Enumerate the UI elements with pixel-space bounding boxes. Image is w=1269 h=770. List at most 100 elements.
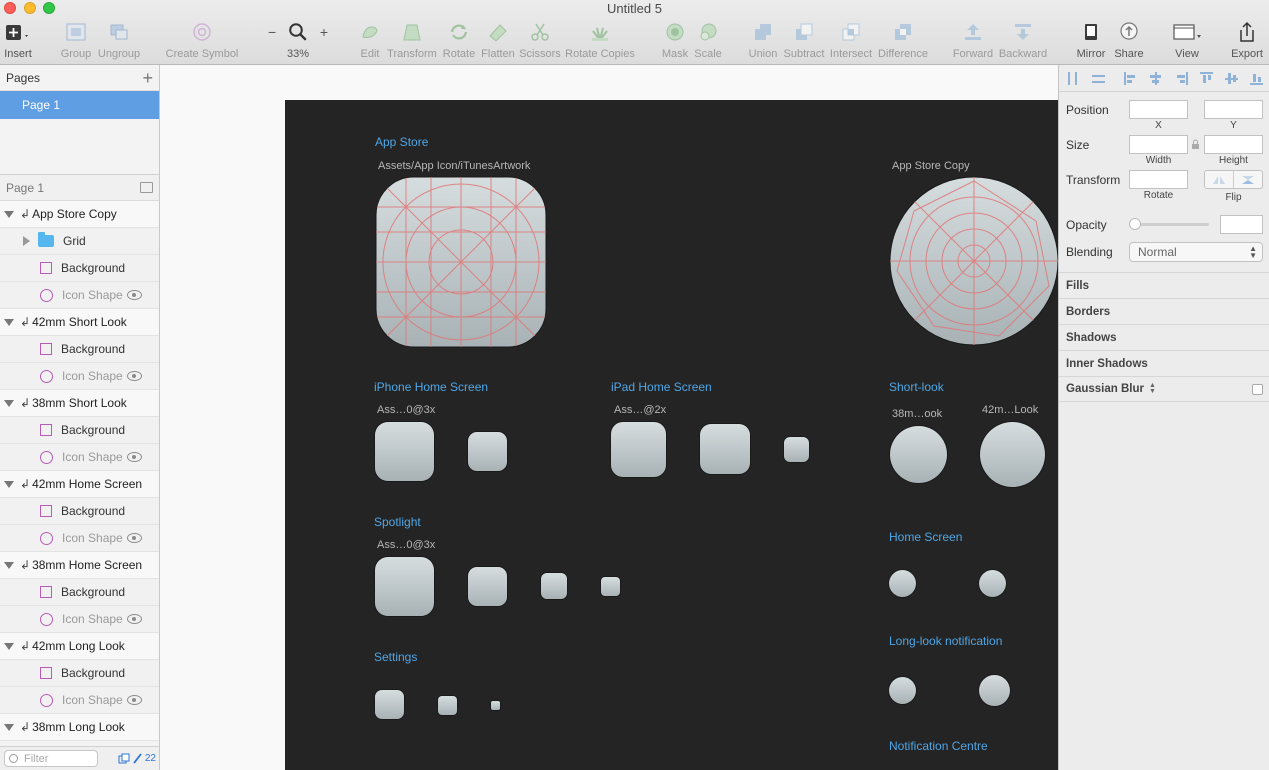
layer-shape-row[interactable]: Icon Shape bbox=[0, 525, 159, 552]
align-left-icon[interactable] bbox=[1124, 72, 1137, 85]
scale-button[interactable]: Scale bbox=[693, 20, 723, 62]
visibility-eye-icon[interactable] bbox=[127, 533, 142, 543]
align-bottom-icon[interactable] bbox=[1250, 72, 1263, 85]
distribute-horizontal-icon[interactable] bbox=[1066, 72, 1079, 85]
transform-button[interactable]: Transform bbox=[387, 20, 437, 62]
flip-horizontal-button[interactable] bbox=[1205, 171, 1234, 188]
visibility-eye-icon[interactable] bbox=[127, 614, 142, 624]
disclosure-triangle-icon[interactable] bbox=[4, 318, 14, 326]
disclosure-triangle-icon[interactable] bbox=[23, 236, 30, 246]
layer-rectangle-row[interactable]: Background bbox=[0, 255, 159, 282]
ipad-icon-medium[interactable] bbox=[700, 424, 750, 474]
subtract-button[interactable]: Subtract bbox=[782, 20, 826, 62]
settings-icon-3x[interactable] bbox=[375, 690, 404, 719]
disclosure-triangle-icon[interactable] bbox=[4, 642, 14, 650]
view-button[interactable]: View bbox=[1167, 20, 1207, 62]
long-look-42mm-icon[interactable] bbox=[979, 675, 1010, 706]
app-store-copy-icon[interactable] bbox=[889, 176, 1058, 346]
page-item[interactable]: Page 1 bbox=[0, 91, 159, 119]
rotate-copies-button[interactable]: Rotate Copies bbox=[565, 20, 635, 62]
layer-group-row[interactable]: ↲ App Store Copy bbox=[0, 201, 159, 228]
intersect-button[interactable]: Intersect bbox=[829, 20, 873, 62]
blending-select[interactable]: Normal ▲ ▼ bbox=[1129, 242, 1263, 262]
disclosure-triangle-icon[interactable] bbox=[4, 210, 14, 218]
distribute-vertical-icon[interactable] bbox=[1092, 72, 1105, 85]
align-center-icon[interactable] bbox=[1149, 72, 1162, 85]
settings-icon-2x[interactable] bbox=[438, 696, 457, 715]
flatten-button[interactable]: Flatten bbox=[481, 20, 515, 62]
share-button[interactable]: Share bbox=[1113, 20, 1145, 62]
artboard[interactable]: App Store Assets/App Icon/iTunesArtwork bbox=[285, 100, 1058, 770]
iphone-home-screen-title[interactable]: iPhone Home Screen bbox=[374, 380, 488, 394]
flip-vertical-button[interactable] bbox=[1234, 171, 1262, 188]
layer-group-row[interactable]: ↲ 38mm Long Look bbox=[0, 714, 159, 741]
spotlight-title[interactable]: Spotlight bbox=[374, 515, 421, 529]
rotate-button[interactable]: Rotate bbox=[441, 20, 477, 62]
borders-section[interactable]: Borders bbox=[1059, 298, 1269, 324]
home-screen-title[interactable]: Home Screen bbox=[889, 530, 962, 544]
short-look-42mm-icon[interactable] bbox=[980, 422, 1045, 487]
layer-shape-row[interactable]: Icon Shape bbox=[0, 687, 159, 714]
zoom-in-button[interactable]: + bbox=[320, 24, 328, 40]
layer-rectangle-row[interactable]: Background bbox=[0, 660, 159, 687]
home-screen-38mm-icon[interactable] bbox=[889, 570, 916, 597]
layer-rectangle-row[interactable]: Background bbox=[0, 579, 159, 606]
difference-button[interactable]: Difference bbox=[877, 20, 929, 62]
gaussian-blur-checkbox[interactable] bbox=[1252, 384, 1263, 395]
rotate-input[interactable] bbox=[1129, 170, 1188, 189]
filter-input[interactable]: Filter bbox=[4, 750, 98, 767]
disclosure-triangle-icon[interactable] bbox=[4, 480, 14, 488]
visibility-eye-icon[interactable] bbox=[127, 371, 142, 381]
spotlight-icon-1x[interactable] bbox=[541, 573, 567, 599]
layer-rectangle-row[interactable]: Background bbox=[0, 417, 159, 444]
layer-group-row[interactable]: ↲ 38mm Home Screen bbox=[0, 552, 159, 579]
ipad-icon-large[interactable] bbox=[611, 422, 666, 477]
layer-group-row[interactable]: ↲ 42mm Short Look bbox=[0, 309, 159, 336]
ipad-icon-small[interactable] bbox=[784, 437, 809, 462]
app-store-title[interactable]: App Store bbox=[375, 135, 428, 149]
gaussian-blur-section[interactable]: Gaussian Blur ▲ ▼ bbox=[1059, 376, 1269, 402]
group-button[interactable]: Group bbox=[58, 20, 94, 62]
notification-centre-title[interactable]: Notification Centre bbox=[889, 739, 988, 753]
settings-icon-1x[interactable] bbox=[491, 701, 500, 710]
layer-shape-row[interactable]: Icon Shape bbox=[0, 282, 159, 309]
layer-folder-row[interactable]: Grid bbox=[0, 228, 159, 255]
width-input[interactable] bbox=[1129, 135, 1188, 154]
short-look-38mm-icon[interactable] bbox=[890, 426, 947, 483]
align-middle-icon[interactable] bbox=[1225, 72, 1238, 85]
backward-button[interactable]: Backward bbox=[998, 20, 1048, 62]
mask-button[interactable]: Mask bbox=[660, 20, 690, 62]
layer-count[interactable]: 22 bbox=[118, 753, 156, 764]
ipad-home-screen-title[interactable]: iPad Home Screen bbox=[611, 380, 712, 394]
spotlight-icon-small[interactable] bbox=[601, 577, 620, 596]
fills-section[interactable]: Fills bbox=[1059, 272, 1269, 298]
disclosure-triangle-icon[interactable] bbox=[4, 399, 14, 407]
opacity-slider-track[interactable] bbox=[1134, 223, 1209, 226]
collapse-groups-icon[interactable] bbox=[140, 182, 153, 193]
align-top-icon[interactable] bbox=[1200, 72, 1213, 85]
opacity-input[interactable] bbox=[1220, 215, 1263, 234]
align-right-icon[interactable] bbox=[1175, 72, 1188, 85]
spotlight-icon-3x[interactable] bbox=[375, 557, 434, 616]
visibility-eye-icon[interactable] bbox=[127, 290, 142, 300]
create-symbol-button[interactable]: Create Symbol bbox=[166, 20, 238, 62]
union-button[interactable]: Union bbox=[747, 20, 779, 62]
settings-title[interactable]: Settings bbox=[374, 650, 417, 664]
layer-group-row[interactable]: ↲ 38mm Short Look bbox=[0, 390, 159, 417]
inner-shadows-section[interactable]: Inner Shadows bbox=[1059, 350, 1269, 376]
spotlight-icon-2x[interactable] bbox=[468, 567, 507, 606]
iphone-icon-2x[interactable] bbox=[468, 432, 507, 471]
position-x-input[interactable] bbox=[1129, 100, 1188, 119]
lock-icon[interactable] bbox=[1191, 139, 1200, 150]
layer-rectangle-row[interactable]: Background bbox=[0, 336, 159, 363]
ungroup-button[interactable]: Ungroup bbox=[97, 20, 141, 62]
long-look-38mm-icon[interactable] bbox=[889, 677, 916, 704]
short-look-title[interactable]: Short-look bbox=[889, 380, 944, 394]
opacity-slider-thumb[interactable] bbox=[1129, 218, 1141, 230]
home-screen-42mm-icon[interactable] bbox=[979, 570, 1006, 597]
disclosure-triangle-icon[interactable] bbox=[4, 561, 14, 569]
height-input[interactable] bbox=[1204, 135, 1263, 154]
app-store-copy-title[interactable]: App Store Copy bbox=[892, 160, 970, 172]
layer-group-row[interactable]: ↲ 42mm Long Look bbox=[0, 633, 159, 660]
blur-type-arrows-icon[interactable]: ▲ ▼ bbox=[1149, 382, 1156, 395]
